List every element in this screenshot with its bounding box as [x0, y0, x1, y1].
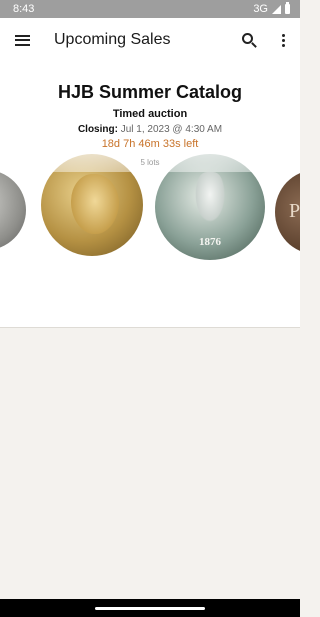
status-bar: 8:43 3G [0, 0, 300, 18]
status-time: 8:43 [13, 3, 35, 15]
home-indicator[interactable] [95, 606, 205, 610]
countdown-timer: 18d 7h 46m 33s left [101, 138, 199, 150]
closing-value: Jul 1, 2023 @ 4:30 AM [120, 124, 223, 135]
coin-seated-figure [195, 172, 225, 222]
app-screen: 8:43 3G Upcoming Sales HJB Summer Catalo… [0, 0, 300, 617]
closing-label: Closing: [77, 124, 118, 135]
coin-portrait [71, 174, 119, 234]
more-vert-icon [281, 33, 285, 47]
page-title: Upcoming Sales [54, 31, 171, 48]
hamburger-menu-icon [14, 34, 30, 46]
lot-count: 5 lots [140, 158, 160, 167]
auction-type: Timed auction [112, 108, 188, 120]
battery-icon [285, 2, 290, 14]
coin-image[interactable]: P [275, 170, 300, 254]
menu-button[interactable] [0, 18, 44, 62]
coin-letter: P [289, 200, 300, 222]
search-button[interactable] [232, 18, 266, 62]
closing-date: Closing: Jul 1, 2023 @ 4:30 AM [0, 124, 300, 135]
sale-title: HJB Summer Catalog [57, 82, 243, 102]
status-icons: 3G [253, 2, 290, 15]
signal-icon [272, 4, 281, 14]
coin-year: 1876 [199, 236, 221, 248]
system-nav-bar [0, 599, 300, 617]
app-bar: Upcoming Sales [0, 18, 300, 62]
overflow-menu-button[interactable] [266, 18, 300, 62]
coin-image[interactable] [0, 170, 26, 250]
network-type: 3G [253, 3, 268, 15]
search-icon [242, 33, 253, 44]
sale-card[interactable]: HJB Summer Catalog Timed auction Closing… [0, 62, 300, 328]
